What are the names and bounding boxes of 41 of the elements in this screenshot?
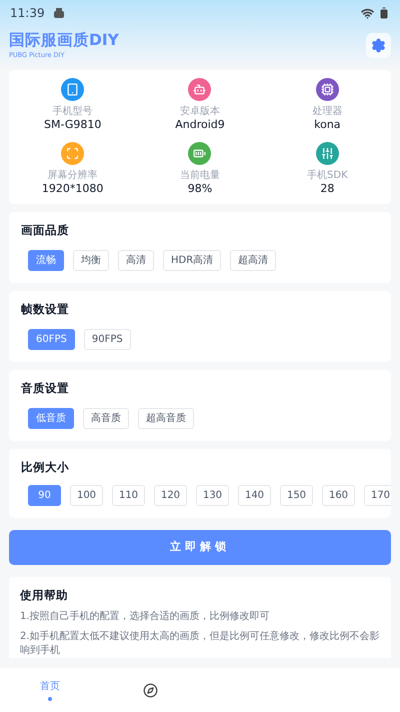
option-chip[interactable]: HDR高清 [163,250,222,271]
settings-button[interactable] [366,32,391,58]
info-label: 手机SDK [307,169,348,182]
option-chip[interactable]: 高清 [118,250,154,271]
app-title: 国际服画质DIY [9,30,119,50]
option-chip[interactable]: 超高清 [230,250,276,271]
help-title: 使用帮助 [20,587,69,604]
status-time: 11:39 [10,5,45,22]
info-label: 处理器 [312,105,342,118]
gear-icon [371,38,386,52]
info-value: 28 [320,182,334,196]
option-chip[interactable]: 110 [112,485,145,506]
option-chip[interactable]: 170 [364,485,391,506]
option-chip[interactable]: 120 [154,485,187,506]
option-chip[interactable]: 130 [196,485,229,506]
help-text: 1.按照自己手机的配置，选择合适的画质，比例修改即可 [20,610,271,624]
option-chip[interactable]: 超高音质 [138,408,194,429]
battery-icon [378,7,390,19]
info-label: 安卓版本 [180,105,220,118]
option-chip[interactable]: 160 [322,485,355,506]
section-title: 音质设置 [21,380,70,396]
info-value: 1920*1080 [42,182,104,196]
option-chip[interactable]: 100 [70,485,103,506]
option-chip[interactable]: 高音质 [83,408,129,429]
info-value: 98% [188,182,212,196]
info-label: 屏幕分辨率 [48,169,98,182]
wifi-icon [361,6,374,20]
info-value: kona [314,118,341,132]
option-chip[interactable]: 150 [280,485,313,506]
compass-icon [142,682,158,698]
option-chip[interactable]: 均衡 [73,250,109,271]
info-value: SM-G9810 [44,118,102,132]
section-title: 帧数设置 [21,301,70,317]
help-text: 2.如手机配置太低不建议使用太高的画质，但是比例可任意修改，修改比例不会影响到手机 [20,630,380,658]
info-label: 当前电量 [180,169,220,182]
option-chip[interactable]: 90FPS [84,329,131,350]
info-label: 手机型号 [52,105,93,118]
info-value: Android9 [175,118,225,132]
option-chip[interactable]: 140 [238,485,271,506]
section-title: 画面品质 [21,222,70,238]
section-title: 比例大小 [21,459,70,475]
